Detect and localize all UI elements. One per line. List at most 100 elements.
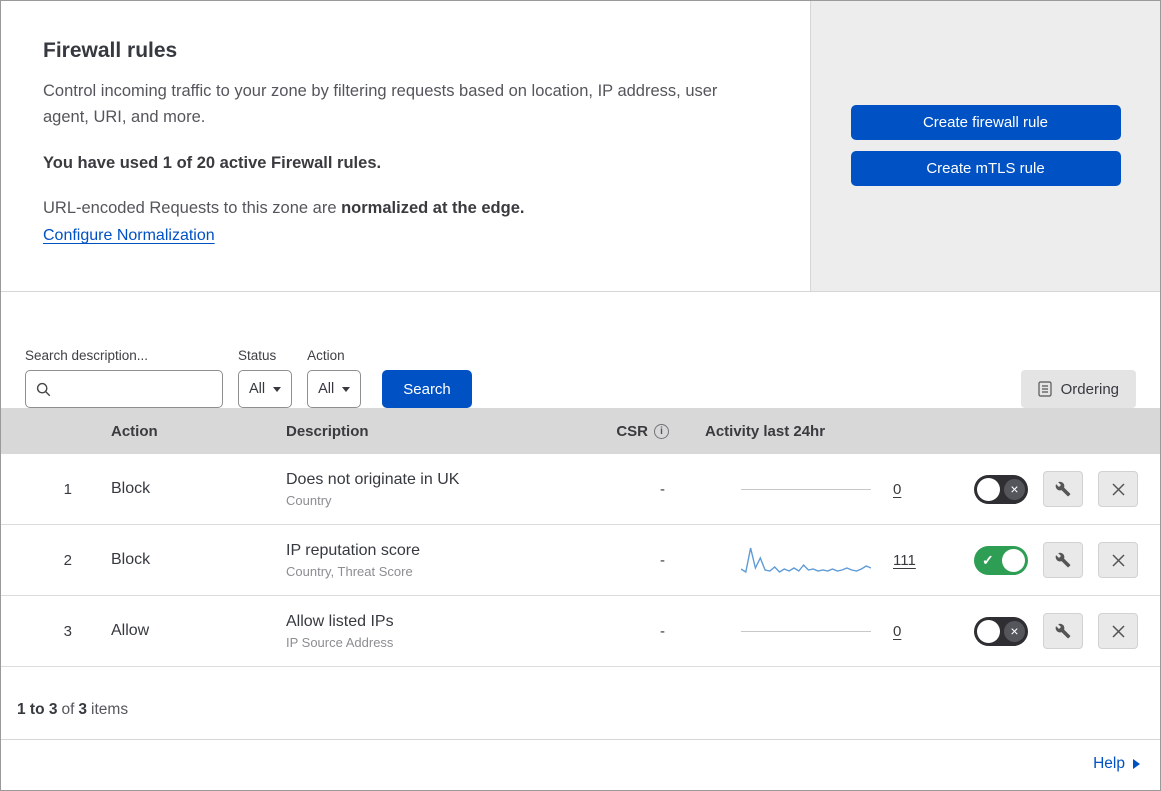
rule-csr: - [660,622,665,640]
activity-sparkline [741,547,871,574]
activity-count-link[interactable]: 111 [893,552,916,569]
rule-enabled-toggle[interactable]: × [974,474,1028,504]
table-row: 2 Block IP reputation score Country, Thr… [1,525,1160,596]
create-firewall-rule-button[interactable]: Create firewall rule [850,105,1121,140]
delete-rule-button[interactable] [1098,613,1138,649]
edit-rule-button[interactable] [1043,542,1083,578]
toggle-x-icon: × [1004,478,1025,500]
normalization-bold: normalized at the edge. [341,199,525,218]
edit-rule-button[interactable] [1043,613,1083,649]
column-activity: Activity last 24hr [705,422,826,440]
table-row: 3 Allow Allow listed IPs IP Source Addre… [1,596,1160,667]
ordering-icon [1038,381,1052,397]
table-header-row: Action Description CSR i Activity last 2… [1,408,1160,454]
rule-description-cell: Allow listed IPs IP Source Address [268,613,593,650]
help-link[interactable]: Help [1093,755,1140,773]
rule-activity: 0 [683,481,945,498]
usage-summary: You have used 1 of 20 active Firewall ru… [43,154,382,173]
firewall-rules-page: Firewall rules Control incoming traffic … [0,0,1161,791]
rule-description: Allow listed IPs [286,612,394,630]
activity-flatline [741,488,871,490]
rules-table: Action Description CSR i Activity last 2… [1,408,1160,667]
toggle-knob [1002,548,1025,572]
table-body: 1 Block Does not originate in UK Country… [1,454,1160,667]
column-csr: CSR i [593,423,683,440]
status-field: Status All [238,348,293,408]
toggle-knob [977,477,1000,501]
toggle-knob [977,619,1000,643]
pagination-total: 3 [78,701,88,718]
search-button[interactable]: Search [382,370,472,408]
create-mtls-rule-button[interactable]: Create mTLS rule [850,151,1121,186]
page-title: Firewall rules [43,39,178,62]
rule-controls: ✓ [945,542,1160,578]
rule-csr: - [660,551,665,569]
delete-rule-button[interactable] [1098,542,1138,578]
pagination-of: of [61,701,75,718]
wrench-icon [1055,481,1071,497]
rule-enabled-toggle[interactable]: ✓ [974,545,1028,575]
status-select[interactable]: All [238,370,293,408]
action-select[interactable]: All [307,370,362,408]
search-icon [36,382,51,396]
column-action: Action [111,422,158,440]
chevron-down-icon [273,386,282,392]
rule-description-cell: IP reputation score Country, Threat Scor… [268,542,593,579]
help-link-label: Help [1093,754,1125,772]
action-field: Action All [307,348,362,408]
normalization-note: URL-encoded Requests to this zone are no… [43,199,768,218]
rule-csr: - [660,480,665,498]
rule-priority: 3 [63,622,72,640]
wrench-icon [1055,623,1071,639]
status-selected-value: All [249,381,266,397]
close-icon [1111,482,1125,496]
rule-description: Does not originate in UK [286,470,460,488]
toggle-check-icon: ✓ [982,551,994,568]
rule-criteria: IP Source Address [286,634,394,650]
ordering-button-label: Ordering [1060,380,1119,398]
column-description: Description [286,422,369,440]
status-label: Status [238,348,277,363]
help-bar: Help [1,739,1160,787]
rule-priority: 1 [63,480,72,498]
pagination-items: items [91,701,129,718]
rule-controls: × [945,471,1160,507]
actions-panel: Create firewall rule Create mTLS rule [811,1,1160,291]
search-field: Search description... [25,348,223,408]
edit-rule-button[interactable] [1043,471,1083,507]
wrench-icon [1055,552,1071,568]
filter-bar: Search description... Status All Action … [1,292,1160,408]
rule-description: IP reputation score [286,541,421,559]
rule-criteria: Country [286,492,332,508]
action-selected-value: All [318,381,335,397]
pagination-range: 1 to 3 [17,701,58,718]
ordering-button[interactable]: Ordering [1020,370,1136,408]
delete-rule-button[interactable] [1098,471,1138,507]
rule-controls: × [945,613,1160,649]
search-input-box[interactable] [25,370,223,408]
configure-normalization-link[interactable]: Configure Normalization [43,227,215,244]
table-row: 1 Block Does not originate in UK Country… [1,454,1160,525]
search-input[interactable] [59,381,212,397]
info-icon: i [654,423,669,439]
rule-description-cell: Does not originate in UK Country [268,471,593,508]
rule-activity: 0 [683,623,945,640]
rule-enabled-toggle[interactable]: × [974,616,1028,646]
activity-count-link[interactable]: 0 [893,623,901,640]
rule-activity: 111 [683,540,945,580]
close-icon [1111,624,1125,638]
action-label: Action [307,348,345,363]
rule-criteria: Country, Threat Score [286,563,413,579]
normalization-prefix: URL-encoded Requests to this zone are [43,199,342,218]
column-csr-label: CSR [616,422,648,440]
rule-action: Allow [111,622,150,639]
toggle-x-icon: × [1004,620,1025,642]
rule-priority: 2 [63,551,72,569]
activity-count-link[interactable]: 0 [893,481,901,498]
overview-text-panel: Firewall rules Control incoming traffic … [1,1,811,291]
overview-section: Firewall rules Control incoming traffic … [1,1,1160,292]
pagination-summary: 1 to 3 of 3 items [1,667,1160,739]
chevron-down-icon [342,386,351,392]
rule-action: Block [111,551,151,568]
activity-flatline [741,630,871,632]
